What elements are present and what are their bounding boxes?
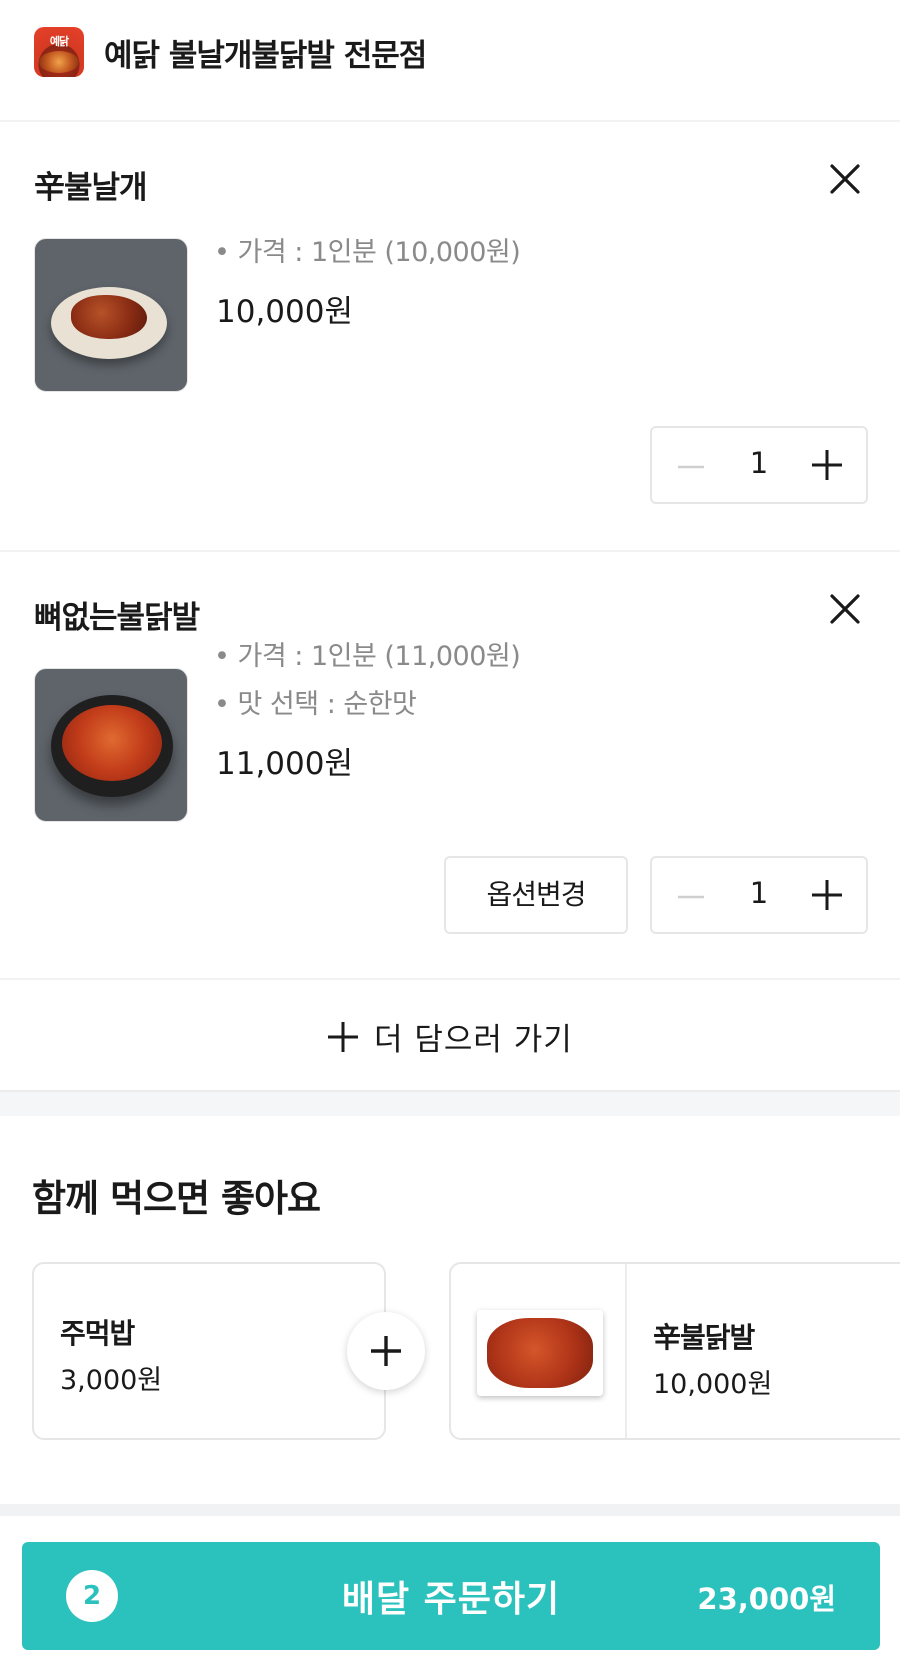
recommend-card[interactable]: 辛불닭발 10,000원 [449,1262,900,1440]
card-divider [625,1264,627,1438]
cart-item-price: 11,000원 [216,746,353,782]
store-logo-food [39,51,79,73]
recommend-title: 함께 먹으면 좋아요 [32,1177,321,1220]
cart-item-price: 10,000원 [216,294,353,330]
quantity-stepper: 1 [650,426,868,504]
recommend-item-image [477,1310,603,1396]
recommend-card[interactable]: 주먹밥 3,000원 [32,1262,386,1440]
recommend-item-name: 주먹밥 [60,1317,135,1350]
section-divider [0,1092,900,1116]
add-more-label: 더 담으러 가기 [374,1022,573,1058]
section-divider [0,1504,900,1516]
recommend-item-price: 10,000원 [653,1369,773,1400]
plus-icon[interactable] [810,448,844,482]
close-icon[interactable] [828,592,862,626]
cart-item: 뼈없는불닭발 • 가격 : 1인분 (11,000원) • 맛 선택 : 순한맛… [0,552,900,980]
recommend-add-button[interactable] [347,1312,425,1390]
order-total: 23,000원 [697,1582,836,1616]
cart-item-name: 뼈없는불닭발 [34,600,200,636]
plus-icon[interactable] [810,878,844,912]
cart-item-option: • 맛 선택 : 순한맛 [214,689,417,720]
add-more-button[interactable]: 더 담으러 가기 [0,980,900,1092]
store-logo: 예닭 [34,27,84,77]
recommend-item-name: 辛불닭발 [653,1321,755,1354]
quantity-stepper: 1 [650,856,868,934]
cart-item-image [34,238,188,392]
store-name: 예닭 불날개불닭발 전문점 [104,38,427,74]
order-button[interactable]: 2 배달 주문하기 23,000원 [22,1542,880,1650]
option-change-button[interactable]: 옵션변경 [444,856,628,934]
close-icon[interactable] [828,162,862,196]
plus-icon [328,1022,358,1052]
cart-item: 辛불날개 • 가격 : 1인분 (10,000원) 10,000원 1 [0,122,900,552]
plus-icon [371,1336,401,1366]
store-header: 예닭 예닭 불날개불닭발 전문점 [0,0,900,122]
cart-item-option: • 가격 : 1인분 (10,000원) [214,237,521,268]
recommend-item-price: 3,000원 [60,1365,163,1396]
cart-item-name: 辛불날개 [34,170,148,206]
store-logo-text: 예닭 [49,35,69,48]
cart-item-option: • 가격 : 1인분 (11,000원) [214,641,521,672]
cart-item-image [34,668,188,822]
